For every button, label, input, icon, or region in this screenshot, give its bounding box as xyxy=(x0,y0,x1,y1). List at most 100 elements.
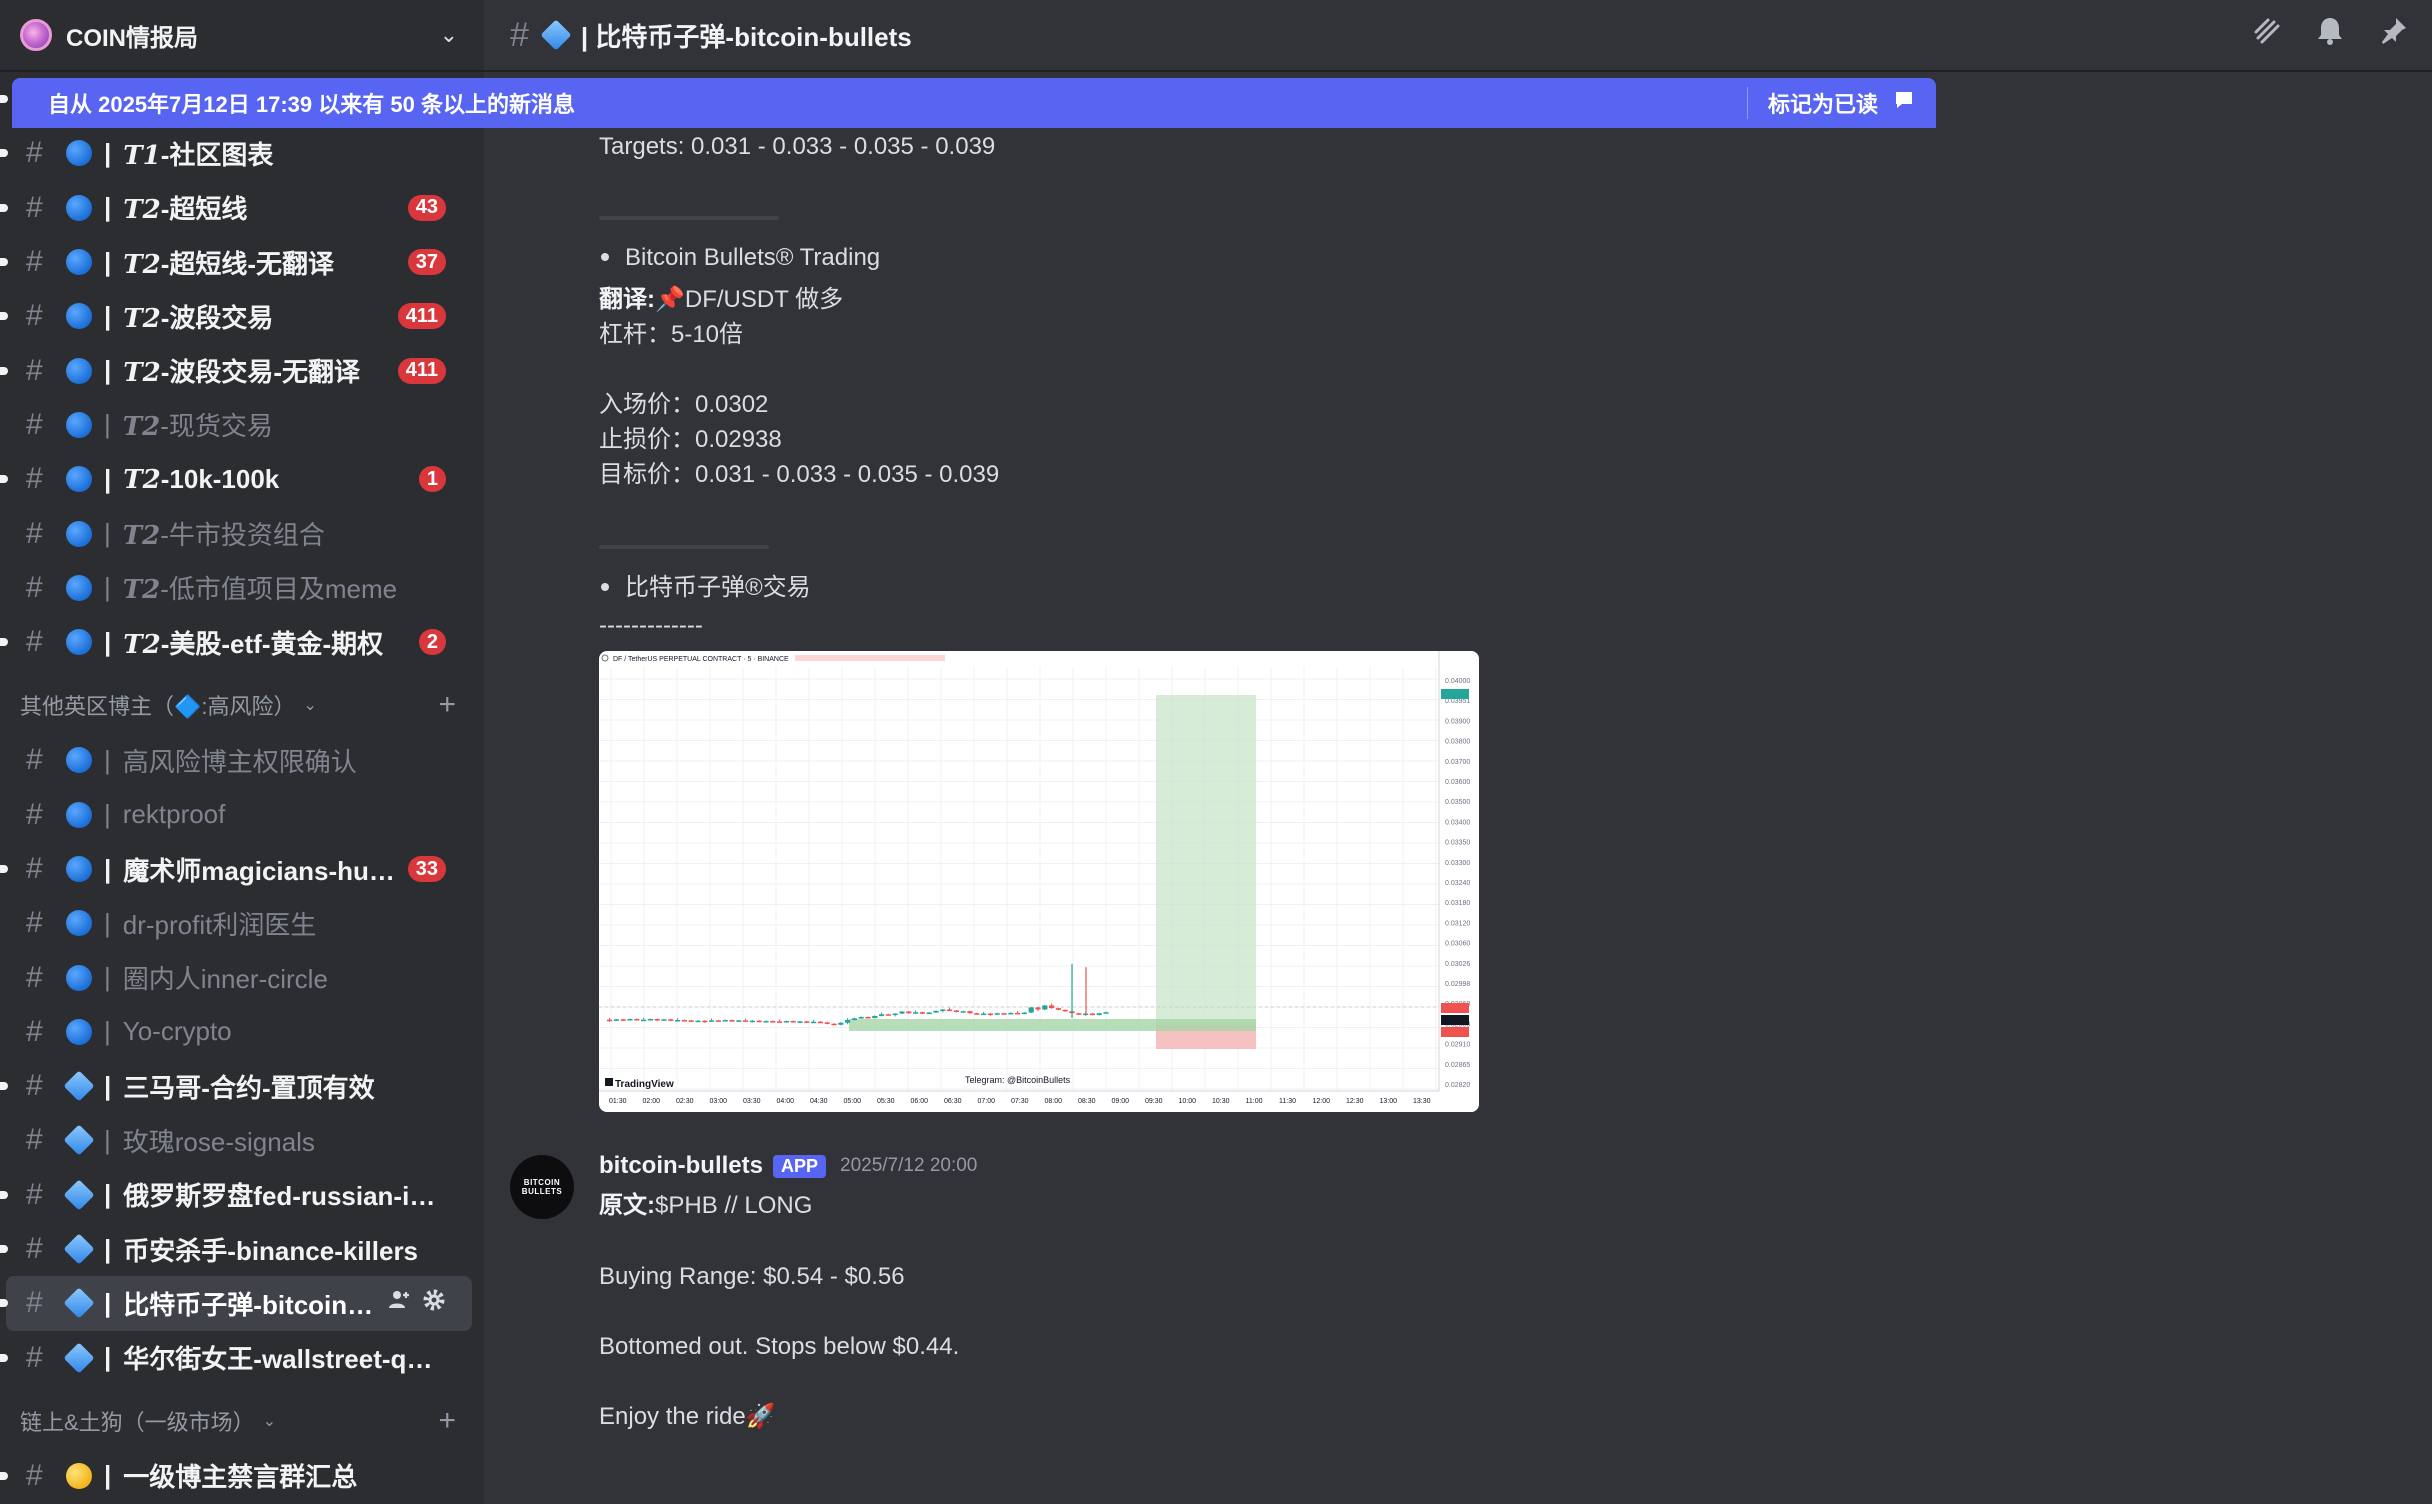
sidebar-channel[interactable]: # | 魔术师magicians-hub🪄 33 xyxy=(0,842,472,896)
separator: | xyxy=(104,853,112,884)
separator: | xyxy=(104,463,112,494)
sidebar-channel[interactable]: # | Yo-crypto xyxy=(6,1005,472,1059)
channel-name: rektproof xyxy=(122,799,226,830)
sidebar-channel[interactable]: # | 玫瑰rose-signals xyxy=(6,1113,472,1167)
sidebar-channel[interactable]: # | T2-牛市投资组合 xyxy=(6,506,472,560)
channel-hash-icon: # xyxy=(26,960,43,994)
channel-hash-icon: # xyxy=(26,1177,43,1211)
sidebar-channel[interactable]: # | T2-现货交易 xyxy=(6,398,472,452)
unread-badge: 2 xyxy=(418,629,446,656)
chevron-down-icon[interactable]: ⌄ xyxy=(440,22,458,48)
candle-body xyxy=(953,1010,959,1013)
sidebar-channel[interactable]: # | T2-超短线-无翻译 37 xyxy=(0,235,472,289)
bullet-2-text: 比特币子弹®交易 xyxy=(625,574,811,601)
new-messages-text: 自从 2025年7月12日 17:39 以来有 50 条以上的新消息 xyxy=(48,92,575,117)
separator: | xyxy=(104,355,112,386)
channel-name: 币安杀手-binance-killers xyxy=(123,1235,419,1266)
channel-name-text: -波段交易-无翻译 xyxy=(160,357,361,388)
sidebar-channel[interactable]: # | 比特币子弹-bitcoin-b... xyxy=(0,1276,472,1331)
unread-badge: 33 xyxy=(407,856,446,882)
channel-name: T2-牛市投资组合 xyxy=(123,515,446,552)
candle-body xyxy=(770,1021,776,1023)
channel-category[interactable]: 其他英区博主（🔷:高风险） ⌄ + xyxy=(0,677,484,733)
candle-body xyxy=(763,1021,769,1023)
sidebar-channel[interactable]: # | T2-美股-etf-黄金-期权 2 xyxy=(0,615,472,669)
channel-name: 高风险博主权限确认 xyxy=(122,746,357,777)
message-bullet-1: Bitcoin Bullets® Trading xyxy=(599,240,880,275)
channel-hash-icon: # xyxy=(26,1232,43,1266)
bell-icon[interactable] xyxy=(2316,16,2344,54)
price-tag xyxy=(1441,1003,1469,1013)
sidebar-channel[interactable]: # | T2-10k-100k 1 xyxy=(0,452,472,506)
sidebar-channel[interactable]: # | dr-profit利润医生 xyxy=(6,896,472,950)
message-pair-line: 翻译:📌DF/USDT 做多 xyxy=(599,282,843,317)
x-tick-label: 04:00 xyxy=(777,1098,795,1105)
candle-body xyxy=(756,1020,762,1023)
gear-icon[interactable] xyxy=(422,1288,446,1319)
blue-circle-icon xyxy=(66,747,92,774)
sidebar-channel[interactable]: # | T2-超短线 43 xyxy=(0,181,472,235)
sidebar-channel[interactable]: # | rektproof xyxy=(6,788,472,842)
app-tag: APP xyxy=(773,1154,827,1178)
candle-body xyxy=(743,1020,749,1022)
candle-body xyxy=(627,1019,633,1021)
pin-icon[interactable] xyxy=(2378,16,2408,54)
unread-indicator xyxy=(0,638,8,647)
candle-body xyxy=(926,1012,932,1015)
sidebar-channel[interactable]: # | 三马哥-合约-置顶有效 xyxy=(0,1059,472,1113)
blue-diamond-icon xyxy=(540,19,572,51)
channel-hash-icon: # xyxy=(26,1340,43,1374)
mark-as-read-button[interactable]: 标记为已读 xyxy=(1746,87,1878,119)
y-tick-label: 0.03300 xyxy=(1445,860,1470,867)
separator: | xyxy=(104,572,111,603)
sidebar-channel[interactable]: # | 华尔街女王-wallstreet-que... xyxy=(0,1331,472,1385)
bullet-dot xyxy=(601,252,609,261)
candle-body xyxy=(947,1009,953,1012)
divider-line xyxy=(599,545,769,549)
channel-name-text: -现货交易 xyxy=(160,411,273,442)
chevron-down-icon[interactable]: ⌄ xyxy=(263,1411,276,1431)
sidebar-channel[interactable]: # | T2-低市值项目及meme xyxy=(6,561,472,615)
threads-icon[interactable] xyxy=(2252,16,2282,54)
mark-read-icon[interactable] xyxy=(1892,88,1916,119)
add-channel-icon[interactable]: + xyxy=(438,688,456,722)
channel-tier: T2 xyxy=(123,303,161,334)
separator: | xyxy=(104,1233,112,1264)
separator: | xyxy=(104,1460,112,1491)
chart-attachment-image[interactable]: 0.04000 0.03951 0.03900 0.03800 0.03700 0.036… xyxy=(599,651,1479,1112)
channel-hash-icon: # xyxy=(26,1458,43,1492)
new-messages-banner[interactable]: 自从 2025年7月12日 17:39 以来有 50 条以上的新消息 标记为已读 xyxy=(12,78,1936,128)
candle-body xyxy=(1103,1012,1109,1014)
original-label: 原文: xyxy=(599,1192,655,1219)
unread-badge: 411 xyxy=(397,303,446,330)
sidebar-channel[interactable]: # | 圈内人inner-circle xyxy=(6,950,472,1004)
candle-body xyxy=(1055,1008,1061,1010)
sidebar-channel[interactable]: # | 高风险博主权限确认 xyxy=(6,733,472,787)
x-tick-label: 11:30 xyxy=(1279,1098,1296,1105)
candle-body xyxy=(797,1021,803,1023)
sidebar-channel[interactable]: # | 币安杀手-binance-killers xyxy=(0,1222,472,1276)
add-user-icon[interactable] xyxy=(388,1288,410,1319)
sidebar-channel[interactable]: # | T2-波段交易 411 xyxy=(0,289,472,343)
unread-indicator xyxy=(0,865,8,873)
candle-body xyxy=(688,1020,694,1022)
sidebar-channel[interactable]: # | 俄罗斯罗盘fed-russian-insi... xyxy=(0,1168,472,1222)
server-header[interactable]: COIN情报局 ⌄ xyxy=(0,0,484,72)
add-channel-icon[interactable]: + xyxy=(438,1404,456,1438)
channel-name-text: -牛市投资组合 xyxy=(160,520,325,551)
sidebar-channel[interactable]: # | T2-波段交易-无翻译 411 xyxy=(0,343,472,397)
channel-category[interactable]: 链上&土狗（一级市场） ⌄ + xyxy=(0,1393,484,1449)
unread-indicator xyxy=(0,1245,8,1254)
chevron-down-icon[interactable]: ⌄ xyxy=(304,695,317,715)
channel-hash-icon: # xyxy=(510,15,529,54)
candle-body xyxy=(607,1019,613,1022)
y-tick-label: 0.03240 xyxy=(1445,880,1470,887)
avatar[interactable]: BITCOIN BULLETS xyxy=(510,1155,574,1219)
y-tick-label: 0.03120 xyxy=(1445,920,1470,927)
message-author[interactable]: bitcoin-bullets xyxy=(599,1152,763,1180)
unread-indicator xyxy=(0,312,8,321)
blue-circle-icon xyxy=(66,574,92,601)
sidebar-channel[interactable]: # | T1-社区图表 xyxy=(0,126,472,180)
channel-hash-icon: # xyxy=(26,570,43,604)
sidebar-channel[interactable]: # | 一级博主禁言群汇总 xyxy=(0,1449,472,1503)
